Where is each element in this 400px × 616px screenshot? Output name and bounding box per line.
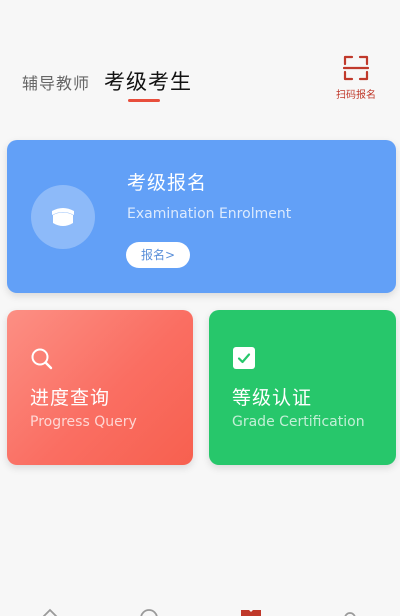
- scan-to-register-button[interactable]: 扫码报名: [334, 55, 378, 107]
- search-icon: [30, 347, 54, 371]
- app-screen: 辅导教师 考级考生 扫码报名 考级报名 Examination Enrolmen…: [0, 0, 400, 616]
- scan-label: 扫码报名: [336, 90, 376, 101]
- home-icon[interactable]: [40, 608, 60, 616]
- profile-icon[interactable]: [340, 608, 360, 616]
- register-button[interactable]: 报名>: [126, 242, 190, 268]
- bottom-nav: [0, 600, 400, 616]
- grade-certification-card[interactable]: 等级认证 Grade Certification: [209, 310, 396, 465]
- checkbox-icon: [233, 347, 255, 369]
- icon-circle: [31, 185, 95, 249]
- progress-subtitle: Progress Query: [30, 414, 137, 430]
- enrolment-subtitle: Examination Enrolment: [127, 206, 292, 222]
- graduation-cap-icon: [52, 208, 74, 226]
- exam-enrolment-card[interactable]: 考级报名 Examination Enrolment 报名>: [7, 140, 396, 293]
- enrolment-title: 考级报名: [127, 172, 208, 194]
- tab-tutor[interactable]: 辅导教师: [22, 70, 90, 94]
- grade-title: 等级认证: [232, 387, 313, 409]
- active-tab-indicator: [128, 99, 160, 102]
- compass-icon[interactable]: [139, 608, 159, 616]
- exam-icon[interactable]: [240, 608, 262, 616]
- header: 辅导教师 考级考生 扫码报名: [0, 0, 400, 120]
- progress-title: 进度查询: [30, 387, 111, 409]
- tab-examinee[interactable]: 考级考生: [104, 66, 192, 96]
- grade-subtitle: Grade Certification: [232, 414, 365, 430]
- scan-icon: [343, 55, 369, 81]
- progress-query-card[interactable]: 进度查询 Progress Query: [7, 310, 193, 465]
